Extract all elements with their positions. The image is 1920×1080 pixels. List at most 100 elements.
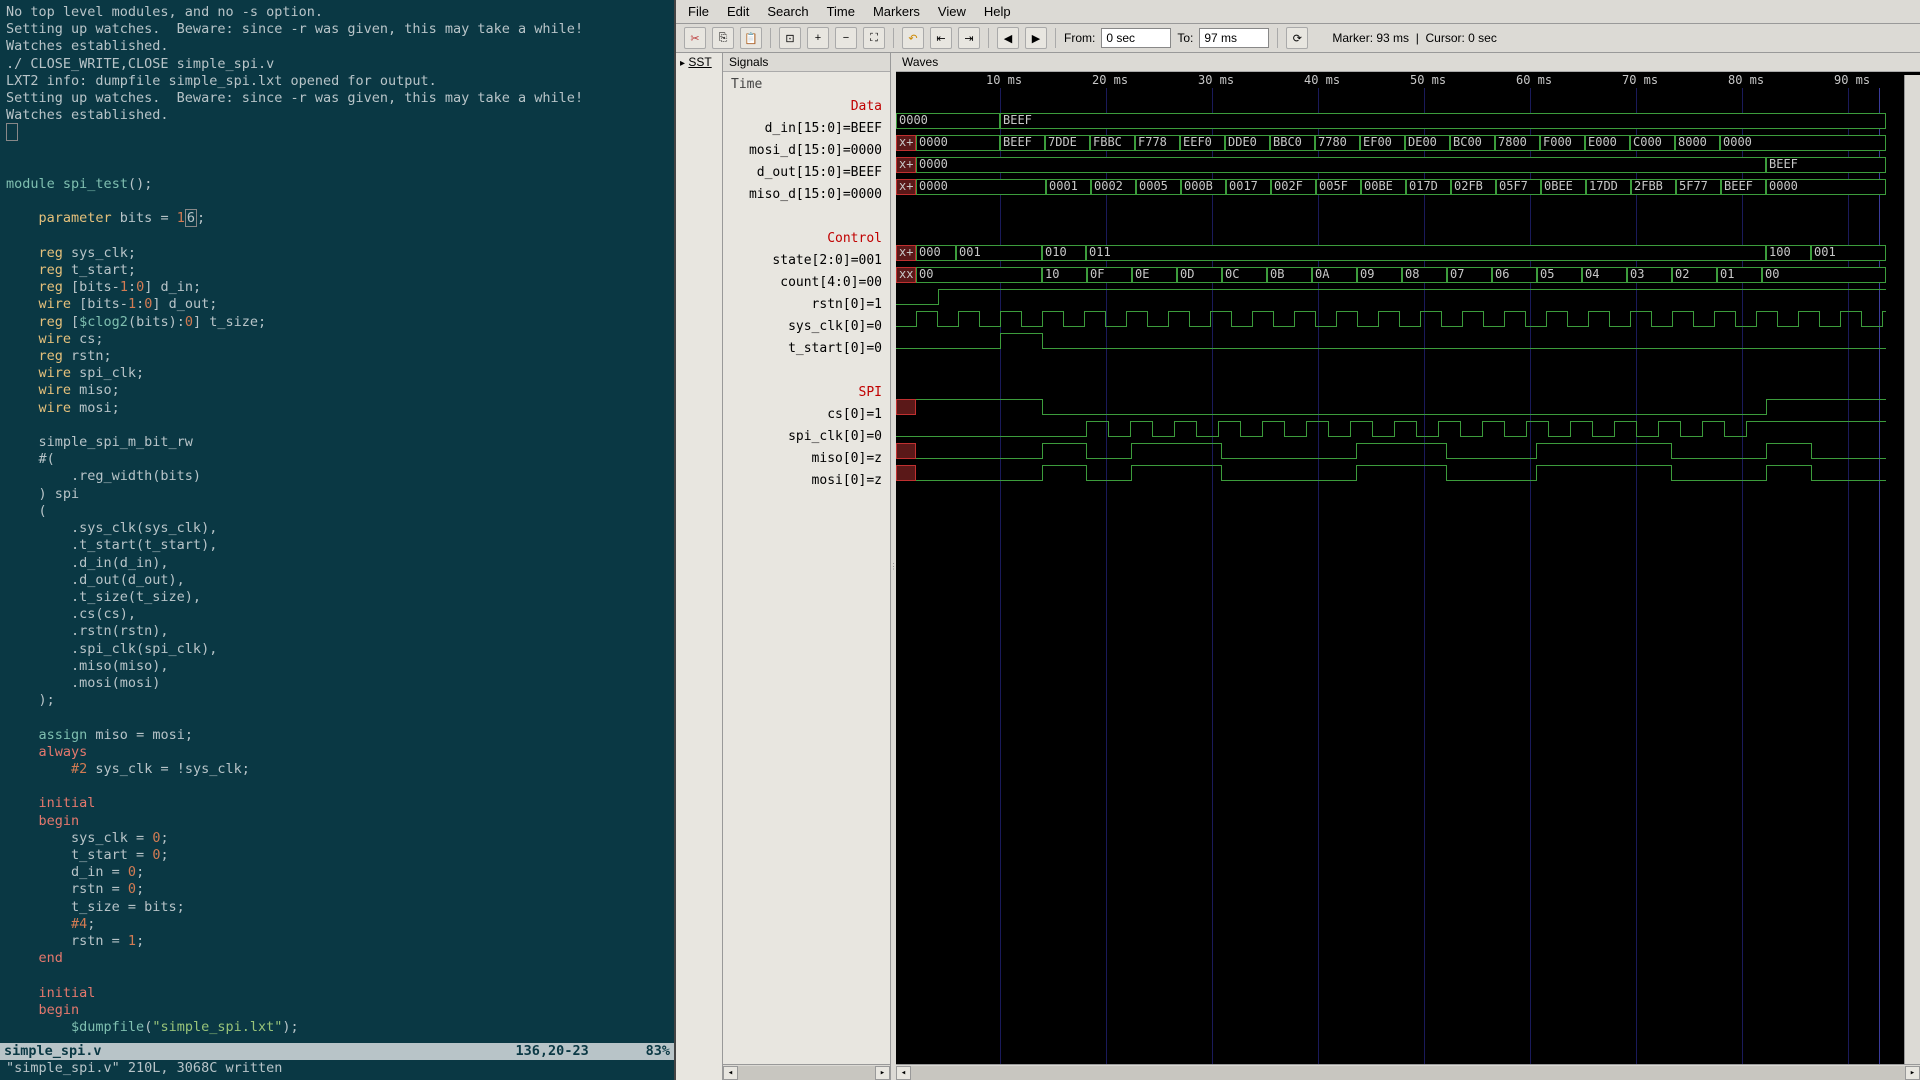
prev-edge-icon[interactable]: ◀	[997, 27, 1019, 49]
signal-miso[interactable]: miso[0]=z	[723, 448, 890, 470]
code-line[interactable]: .reg_width(bits)	[6, 468, 668, 485]
code-line[interactable]: simple_spi_m_bit_rw	[6, 434, 668, 451]
code-line[interactable]: (	[6, 503, 668, 520]
cursor-status: Cursor: 0 sec	[1426, 31, 1497, 45]
code-line[interactable]: reg t_start;	[6, 262, 668, 279]
code-line[interactable]: reg [$clog2(bits):0] t_size;	[6, 314, 668, 331]
signal-d-out[interactable]: d_out[15:0]=BEEF	[723, 162, 890, 184]
signal-mosi-d[interactable]: mosi_d[15:0]=0000	[723, 140, 890, 162]
to-input[interactable]	[1199, 28, 1269, 48]
sst-label: SST	[688, 55, 711, 69]
from-input[interactable]	[1101, 28, 1171, 48]
go-end-icon[interactable]: ⇥	[958, 27, 980, 49]
code-line[interactable]: rstn = 1;	[6, 933, 668, 950]
code-line[interactable]: t_size = bits;	[6, 899, 668, 916]
code-line[interactable]: sys_clk = 0;	[6, 830, 668, 847]
signal-rstn[interactable]: rstn[0]=1	[723, 294, 890, 316]
code-line[interactable]: wire miso;	[6, 382, 668, 399]
code-line[interactable]: wire [bits-1:0] d_out;	[6, 296, 668, 313]
signal-cs[interactable]: cs[0]=1	[723, 404, 890, 426]
next-edge-icon[interactable]: ▶	[1025, 27, 1047, 49]
from-label: From:	[1064, 31, 1095, 45]
code-line[interactable]: #(	[6, 451, 668, 468]
code-line[interactable]: begin	[6, 813, 668, 830]
signal-sys-clk[interactable]: sys_clk[0]=0	[723, 316, 890, 338]
code-line[interactable]: .cs(cs),	[6, 606, 668, 623]
zoom-in-icon[interactable]: +	[807, 27, 829, 49]
code-line[interactable]: ) spi	[6, 486, 668, 503]
code-line[interactable]: parameter bits = 16;	[6, 210, 668, 227]
waves-scrollbar-v[interactable]	[1904, 75, 1920, 1064]
code-line[interactable]: .rstn(rstn),	[6, 623, 668, 640]
code-line[interactable]: reg rstn;	[6, 348, 668, 365]
code-line[interactable]: .mosi(mosi)	[6, 675, 668, 692]
menu-help[interactable]: Help	[984, 4, 1011, 19]
timescale: 10 ms 20 ms 30 ms 40 ms 50 ms 60 ms 70 m…	[896, 72, 1920, 88]
code-line[interactable]: .miso(miso),	[6, 658, 668, 675]
zoom-out-icon[interactable]: −	[835, 27, 857, 49]
code-line[interactable]: .t_start(t_start),	[6, 537, 668, 554]
wave-area[interactable]: 10 ms 20 ms 30 ms 40 ms 50 ms 60 ms 70 m…	[896, 72, 1920, 1064]
sst-panel[interactable]: ▸ SST	[676, 53, 723, 1080]
code-line[interactable]: reg sys_clk;	[6, 245, 668, 262]
code-line[interactable]: always	[6, 744, 668, 761]
prompt-cursor	[6, 124, 668, 141]
code-line[interactable]: end	[6, 950, 668, 967]
undo-icon[interactable]: ↶	[902, 27, 924, 49]
signals-scrollbar[interactable]: ◂▸	[723, 1064, 890, 1080]
code-line[interactable]: .sys_clk(sys_clk),	[6, 520, 668, 537]
signals-list[interactable]: Time Data d_in[15:0]=BEEF mosi_d[15:0]=0…	[723, 72, 890, 1064]
marker-status: Marker: 93 ms	[1332, 31, 1409, 45]
zoom-fit-icon[interactable]: ⊡	[779, 27, 801, 49]
marker-line[interactable]	[1879, 72, 1880, 1064]
code-line[interactable]: );	[6, 692, 668, 709]
signal-miso-d[interactable]: miso_d[15:0]=0000	[723, 184, 890, 206]
code-line[interactable]: #4;	[6, 916, 668, 933]
signal-d-in[interactable]: d_in[15:0]=BEEF	[723, 118, 890, 140]
zoom-full-icon[interactable]: ⛶	[863, 27, 885, 49]
code-line[interactable]: t_start = 0;	[6, 847, 668, 864]
copy-icon[interactable]: ⎘	[712, 27, 734, 49]
term-line: Watches established.	[6, 38, 668, 55]
code-line[interactable]: initial	[6, 795, 668, 812]
menu-markers[interactable]: Markers	[873, 4, 920, 19]
group-control[interactable]: Control	[723, 228, 890, 250]
code-line[interactable]: wire mosi;	[6, 400, 668, 417]
reload-icon[interactable]: ⟳	[1286, 27, 1308, 49]
code-line[interactable]: $dumpfile("simple_spi.lxt");	[6, 1019, 668, 1036]
code-line[interactable]: wire spi_clk;	[6, 365, 668, 382]
signal-mosi[interactable]: mosi[0]=z	[723, 470, 890, 492]
code-line[interactable]: initial	[6, 985, 668, 1002]
code-line[interactable]: .d_in(d_in),	[6, 555, 668, 572]
signal-state[interactable]: state[2:0]=001	[723, 250, 890, 272]
menu-file[interactable]: File	[688, 4, 709, 19]
code-line[interactable]: assign miso = mosi;	[6, 727, 668, 744]
cut-icon[interactable]: ✂	[684, 27, 706, 49]
group-data[interactable]: Data	[723, 96, 890, 118]
menu-edit[interactable]: Edit	[727, 4, 749, 19]
menu-search[interactable]: Search	[767, 4, 808, 19]
signal-count[interactable]: count[4:0]=00	[723, 272, 890, 294]
code-line[interactable]: reg [bits-1:0] d_in;	[6, 279, 668, 296]
code-line[interactable]: module spi_test();	[6, 176, 668, 193]
code-line[interactable]: .d_out(d_out),	[6, 572, 668, 589]
code-line[interactable]: begin	[6, 1002, 668, 1019]
code-line[interactable]: d_in = 0;	[6, 864, 668, 881]
menu-time[interactable]: Time	[827, 4, 855, 19]
waves-scrollbar-h[interactable]: ◂▸	[896, 1064, 1920, 1080]
paste-icon[interactable]: 📋	[740, 27, 762, 49]
group-spi[interactable]: SPI	[723, 382, 890, 404]
menu-view[interactable]: View	[938, 4, 966, 19]
menubar: File Edit Search Time Markers View Help	[676, 0, 1920, 24]
code-line[interactable]: rstn = 0;	[6, 881, 668, 898]
code-line[interactable]: #2 sys_clk = !sys_clk;	[6, 761, 668, 778]
vim-message: "simple_spi.v" 210L, 3068C written	[6, 1060, 282, 1077]
signal-t-start[interactable]: t_start[0]=0	[723, 338, 890, 360]
code-line[interactable]: wire cs;	[6, 331, 668, 348]
to-label: To:	[1177, 31, 1193, 45]
go-start-icon[interactable]: ⇤	[930, 27, 952, 49]
code-line[interactable]: .t_size(t_size),	[6, 589, 668, 606]
signal-spi-clk[interactable]: spi_clk[0]=0	[723, 426, 890, 448]
waves-panel: Waves 10 ms 20 ms 30 m	[896, 53, 1920, 1080]
code-line[interactable]: .spi_clk(spi_clk),	[6, 641, 668, 658]
